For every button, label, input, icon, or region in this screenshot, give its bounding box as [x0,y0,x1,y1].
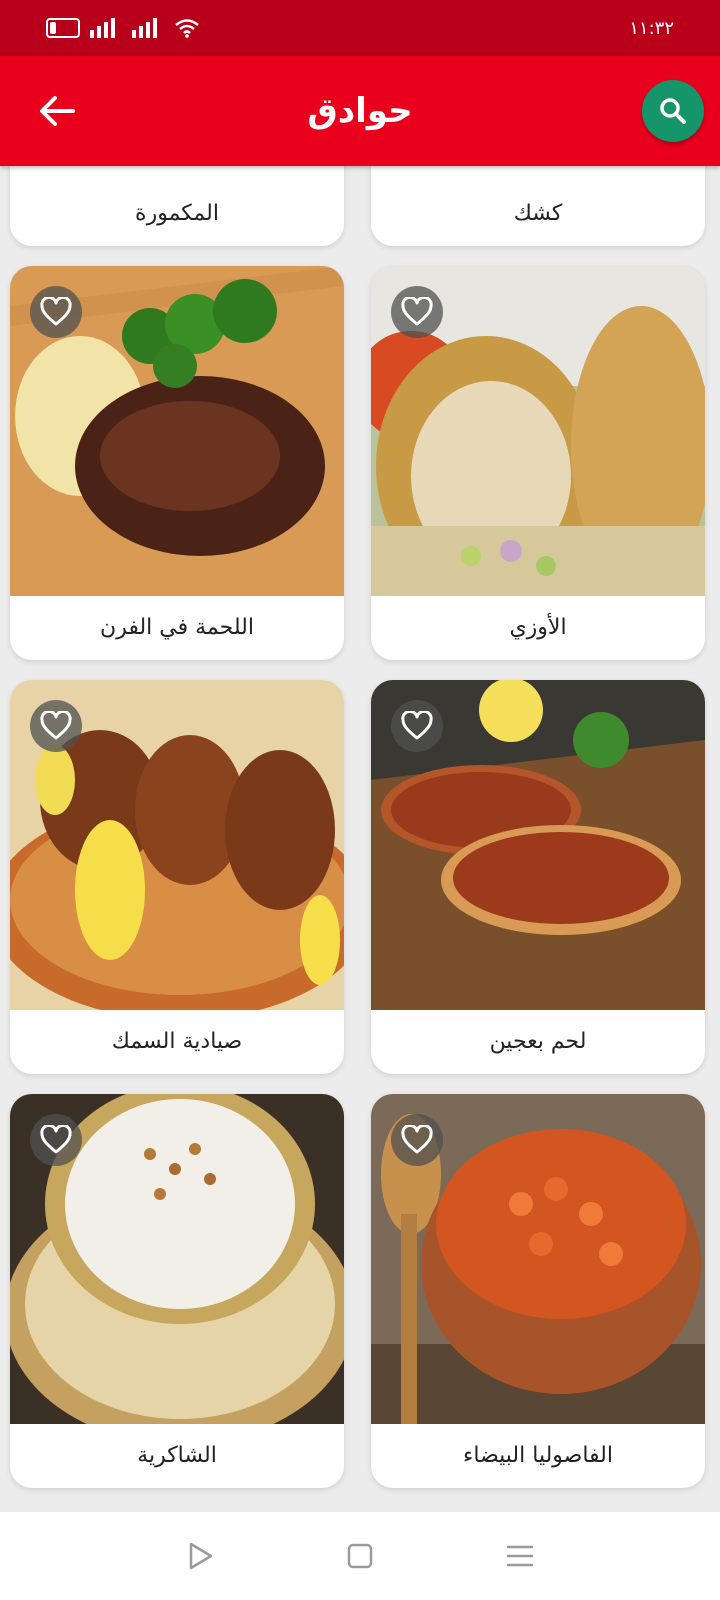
recipe-card[interactable]: الشاكرية [10,1094,344,1488]
recipe-title: اللحمة في الفرن [100,614,254,640]
favorite-button[interactable] [30,1114,82,1166]
wifi-icon [175,19,199,38]
heart-outline-icon [401,1125,433,1154]
recipe-card[interactable]: اللحمة في الفرن [10,266,344,660]
recipe-card[interactable]: الفاصوليا البيضاء [371,1094,705,1488]
recipe-title: الفاصوليا البيضاء [463,1442,613,1468]
signal-icon [90,18,115,38]
search-button[interactable] [642,80,704,142]
battery-icon: ٩ [46,18,80,38]
favorite-button[interactable] [391,1114,443,1166]
heart-outline-icon [40,1125,72,1154]
back-arrow-icon [40,96,75,126]
status-bar: ٩ ١١:٣٢ [0,0,720,56]
signal-icon-2 [132,18,157,38]
recipe-card[interactable]: المكمورة [10,166,344,246]
recipe-card[interactable]: صيادية السمك [10,680,344,1074]
recipe-card[interactable]: الأوزي [371,266,705,660]
back-button[interactable] [30,84,84,138]
recipe-title: الشاكرية [137,1442,217,1468]
square-icon[interactable] [346,1542,374,1570]
recipe-title: الأوزي [509,614,567,640]
recipe-title: لحم بعجين [489,1028,587,1054]
recipe-title: كشك [513,200,563,226]
recipe-title: صيادية السمك [111,1028,243,1054]
battery-level: ٩ [59,21,67,34]
status-time: ١١:٣٢ [629,17,674,39]
heart-outline-icon [40,297,72,326]
recipe-grid: المكمورة كشك اللحمة في الفرن الأوزي صياد… [0,166,720,1512]
heart-outline-icon [401,297,433,326]
status-icons: ٩ [46,18,200,38]
menu-lines-icon[interactable] [505,1543,535,1569]
favorite-button[interactable] [391,286,443,338]
favorite-button[interactable] [30,286,82,338]
recipe-card[interactable]: لحم بعجين [371,680,705,1074]
play-triangle-icon[interactable] [185,1541,215,1571]
heart-outline-icon [40,711,72,740]
recipe-title: المكمورة [135,200,219,226]
heart-outline-icon [401,711,433,740]
favorite-button[interactable] [391,700,443,752]
app-bar: حوادق [0,56,720,166]
search-icon [660,98,686,124]
page-title: حوادق [307,91,413,131]
recipe-card[interactable]: كشك [371,166,705,246]
system-nav-bar [0,1512,720,1600]
favorite-button[interactable] [30,700,82,752]
